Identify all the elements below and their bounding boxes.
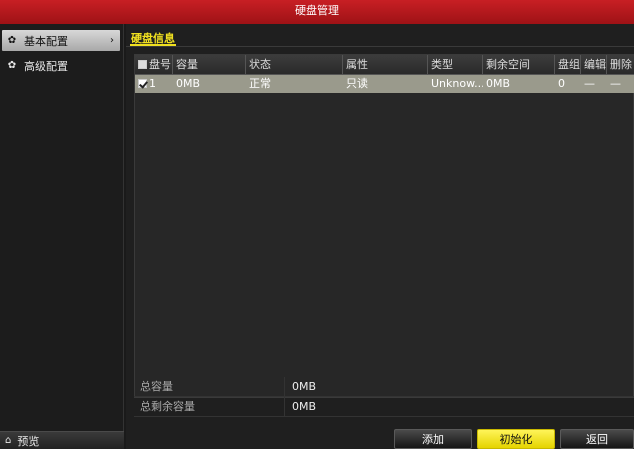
chevron-right-icon: › [110, 35, 114, 46]
column-header-free-space[interactable]: 剩余空间 [483, 55, 555, 75]
divider [284, 397, 285, 417]
column-header-number[interactable]: 盘号 [135, 55, 173, 75]
total-free-value: 0MB [292, 400, 317, 413]
initialize-button[interactable]: 初始化 [477, 429, 555, 449]
tab-divider [126, 46, 634, 47]
total-free-label: 总剩余容量 [140, 400, 195, 413]
sidebar-item-basic-config[interactable]: ✿ 基本配置 › [2, 30, 120, 51]
column-header-edit[interactable]: 编辑 [581, 55, 607, 75]
column-header-group[interactable]: 盘组 [555, 55, 581, 75]
gear-icon: ✿ [7, 35, 17, 46]
main-panel: 硬盘信息 盘号 容量 状态 属性 类型 剩余空间 盘组 编辑 删除 1 0MB … [126, 24, 634, 449]
back-button[interactable]: 返回 [560, 429, 634, 449]
capacity-cell: 0MB [176, 77, 201, 90]
group-cell: 0 [558, 77, 565, 90]
row-checkbox[interactable] [138, 79, 147, 88]
add-button[interactable]: 添加 [394, 429, 472, 449]
column-header-delete[interactable]: 删除 [607, 55, 634, 75]
home-icon: ⌂ [5, 435, 12, 446]
tab-disk-info[interactable]: 硬盘信息 [130, 30, 176, 46]
delete-button[interactable]: — [607, 75, 634, 93]
column-header-capacity[interactable]: 容量 [173, 55, 246, 75]
attribute-cell: 只读 [346, 77, 368, 90]
sidebar: ✿ 基本配置 › ✿ 高级配置 ⌂ 预览 [0, 24, 124, 449]
total-capacity-label: 总容量 [140, 380, 173, 393]
table-row[interactable]: 1 0MB 正常 只读 Unknow... 0MB 0 — — [135, 75, 634, 93]
gear-icon: ✿ [7, 60, 17, 71]
column-header-status[interactable]: 状态 [246, 55, 343, 75]
free-space-cell: 0MB [486, 77, 511, 90]
disk-table: 盘号 容量 状态 属性 类型 剩余空间 盘组 编辑 删除 1 0MB 正常 只读… [134, 54, 634, 398]
table-header: 盘号 容量 状态 属性 类型 剩余空间 盘组 编辑 删除 [135, 55, 634, 75]
type-cell: Unknow... [431, 77, 483, 90]
select-all-checkbox[interactable] [138, 60, 147, 69]
preview-button[interactable]: ⌂ 预览 [0, 431, 124, 449]
column-header-type[interactable]: 类型 [428, 55, 483, 75]
column-header-attribute[interactable]: 属性 [343, 55, 428, 75]
edit-button[interactable]: — [581, 75, 607, 93]
sidebar-item-label: 高级配置 [24, 59, 68, 73]
preview-label: 预览 [17, 434, 40, 448]
total-capacity-value: 0MB [292, 380, 317, 393]
total-capacity-row: 总容量 0MB [134, 377, 634, 397]
row-number-cell[interactable]: 1 [135, 75, 173, 93]
status-cell: 正常 [249, 77, 271, 90]
sidebar-item-advanced-config[interactable]: ✿ 高级配置 [2, 55, 120, 76]
window-title: 硬盘管理 [0, 0, 634, 24]
divider [284, 377, 285, 397]
sidebar-item-label: 基本配置 [24, 34, 68, 48]
total-free-row: 总剩余容量 0MB [134, 397, 634, 417]
